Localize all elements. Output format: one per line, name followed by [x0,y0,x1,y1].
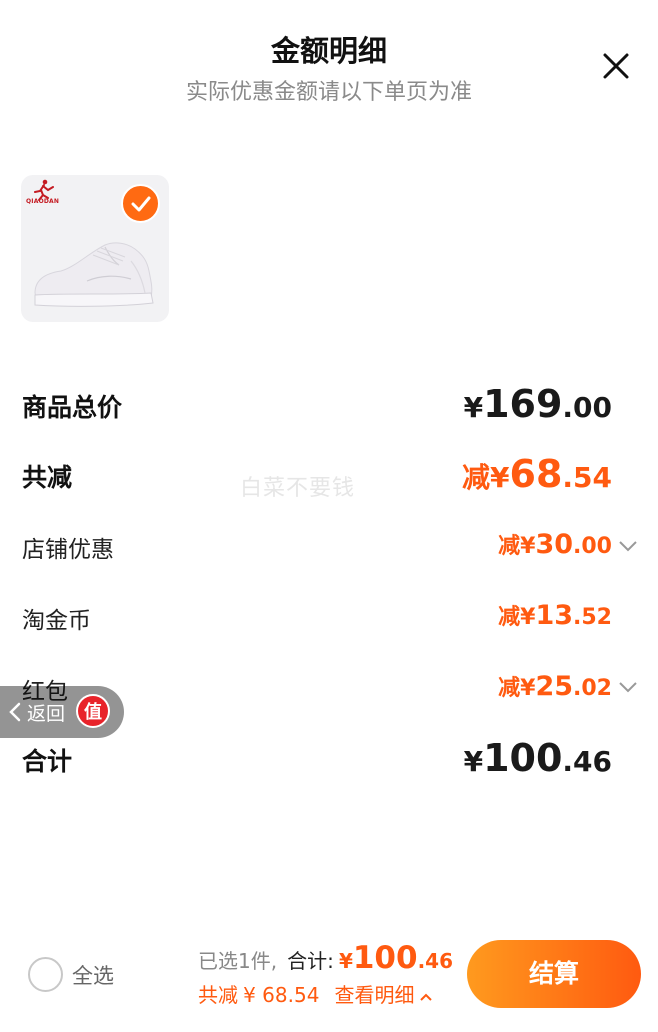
chevron-down-icon[interactable] [618,679,638,693]
sum-value: ¥100.46 [463,736,612,780]
select-all-label[interactable]: 全选 [72,960,114,990]
red-packet-value: 减¥25.02 [498,671,612,702]
shop-discount-label: 店铺优惠 [22,537,114,563]
total-discount-value: 减¥68.54 [462,452,612,496]
sum-label: 合计 [22,747,73,776]
total-price-value: ¥169.00 [463,382,612,426]
shop-discount-value: 减¥30.00 [498,529,612,560]
watermark-text: 白菜不要钱 [240,476,356,501]
select-all-radio[interactable] [28,957,63,992]
product-selected-checkbox[interactable] [121,184,160,223]
brand-name: QIAODAN [26,198,60,205]
total-discount-label: 共减 [22,463,73,492]
sheet-subtitle: 实际优惠金额请以下单页为准 [185,80,472,105]
taojinbi-value: 减¥13.52 [498,600,612,631]
checkout-button[interactable]: 结算 [467,940,641,1008]
chevron-up-icon [419,993,432,1001]
back-label: 返回 [27,703,66,725]
discount-summary: 共减 ¥ 68.54 查看明细 [198,979,433,1008]
checkout-bar: 全选 已选1件, 合计: ¥100.46 共减 ¥ 68.54 查看明细 结算 [0,930,658,1032]
bottom-total-value: ¥100.46 [338,940,454,976]
shoe-image [27,231,167,311]
back-floating-button[interactable]: 返回 值 [0,686,124,738]
amount-detail-sheet: 金额明细 实际优惠金额请以下单页为准 QIAODAN 商品总价 ¥169.00 … [0,0,658,1032]
checkout-summary: 已选1件, 合计: ¥100.46 [198,940,453,976]
chevron-left-icon [9,702,21,722]
sheet-title: 金额明细 [270,34,387,68]
bottom-discount-label: 共减 [198,983,238,1007]
selected-count: 已选1件, [198,949,278,973]
chevron-down-icon[interactable] [618,538,638,552]
view-detail-link[interactable]: 查看明细 [335,983,433,1007]
total-price-label: 商品总价 [22,393,123,422]
bottom-total-label: 合计: [287,949,334,973]
taojinbi-label: 淘金币 [22,608,91,634]
close-icon[interactable] [598,48,634,84]
bottom-discount-value: ¥ 68.54 [243,983,320,1007]
zhi-badge-icon: 值 [76,694,110,728]
